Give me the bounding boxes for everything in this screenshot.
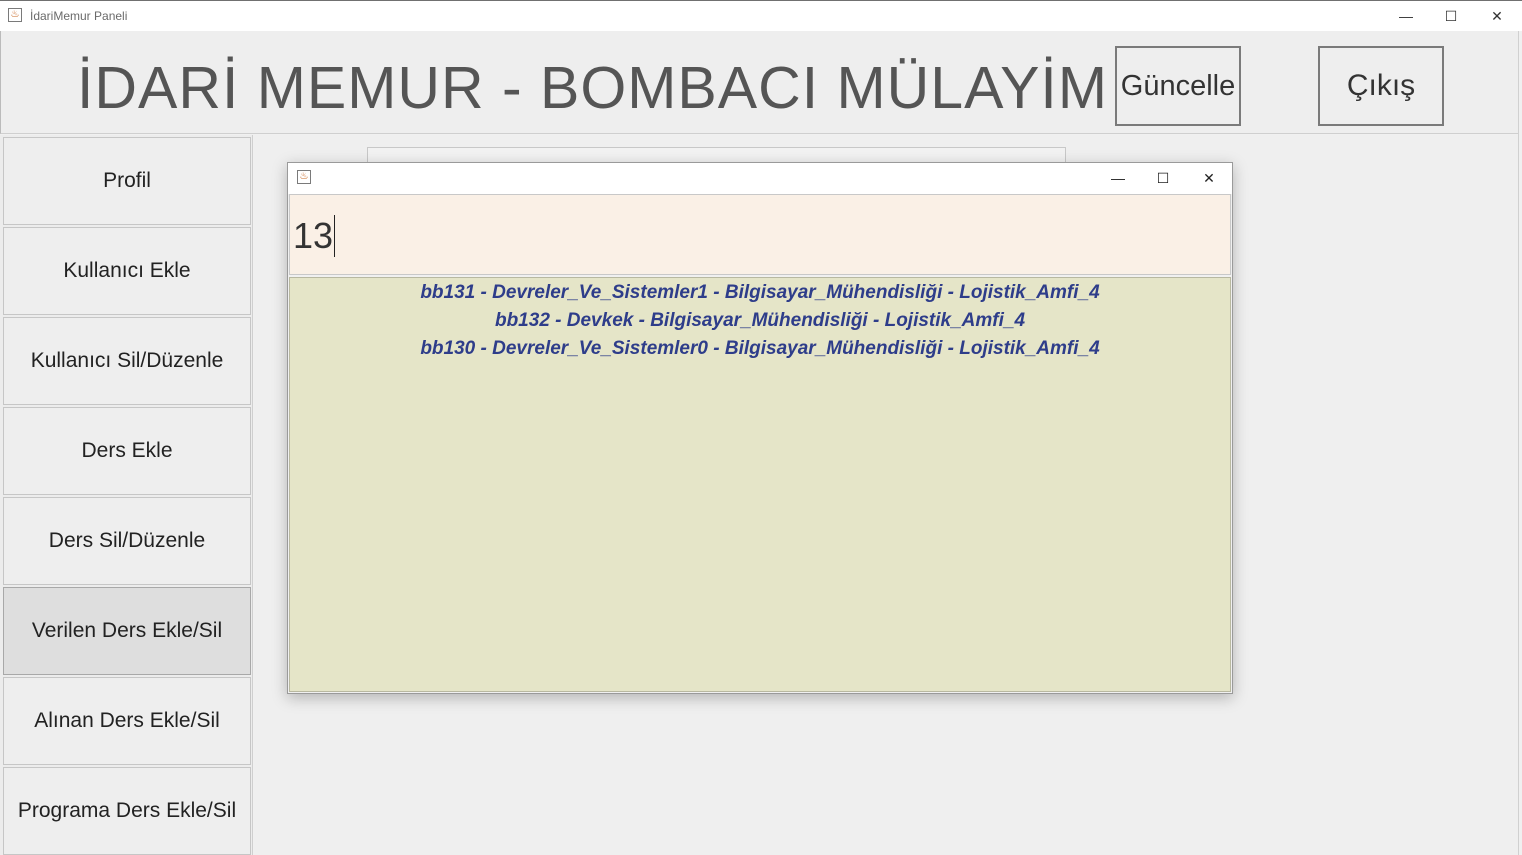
dialog-titlebar: ♨ — ☐ ✕ [288,163,1232,194]
header-panel: İDARİ MEMUR - BOMBACI MÜLAYİM Güncelle Ç… [0,31,1518,134]
dialog-maximize-button[interactable]: ☐ [1141,163,1185,193]
sidebar-item-ders-sil-duzenle[interactable]: Ders Sil/Düzenle [3,497,251,585]
text-caret [334,215,336,258]
search-input-value: 13 [293,215,336,258]
search-input[interactable]: 13 [289,194,1231,275]
page-title: İDARİ MEMUR - BOMBACI MÜLAYİM [77,55,1108,121]
window-titlebar: ♨ İdariMemur Paneli — ☐ ✕ [0,0,1522,31]
sidebar-item-alinan-ders[interactable]: Alınan Ders Ekle/Sil [3,677,251,765]
update-button[interactable]: Güncelle [1115,46,1241,126]
maximize-button[interactable]: ☐ [1428,1,1474,31]
minimize-button[interactable]: — [1383,1,1429,31]
list-item[interactable]: bb132 - Devkek - Bilgisayar_Mühendisliği… [290,310,1230,332]
list-item[interactable]: bb130 - Devreler_Ve_Sistemler0 - Bilgisa… [290,338,1230,360]
sidebar: Profil Kullanıcı Ekle Kullanıcı Sil/Düze… [0,135,253,855]
exit-button[interactable]: Çıkış [1318,46,1444,126]
search-dialog: ♨ — ☐ ✕ 13 bb131 - Devreler_Ve_Sistemler… [287,162,1233,694]
sidebar-item-programa-ders[interactable]: Programa Ders Ekle/Sil [3,767,251,855]
dialog-close-button[interactable]: ✕ [1187,163,1231,193]
window-title: İdariMemur Paneli [30,9,128,23]
sidebar-item-verilen-ders[interactable]: Verilen Ders Ekle/Sil [3,587,251,675]
window-right-border [1518,31,1522,855]
java-cup-icon: ♨ [297,170,311,184]
java-cup-icon: ♨ [8,8,22,22]
sidebar-item-profil[interactable]: Profil [3,137,251,225]
list-item[interactable]: bb131 - Devreler_Ve_Sistemler1 - Bilgisa… [290,282,1230,304]
results-list[interactable]: bb131 - Devreler_Ve_Sistemler1 - Bilgisa… [289,277,1231,692]
close-button[interactable]: ✕ [1474,1,1520,31]
sidebar-item-ders-ekle[interactable]: Ders Ekle [3,407,251,495]
sidebar-item-kullanici-ekle[interactable]: Kullanıcı Ekle [3,227,251,315]
sidebar-item-kullanici-sil-duzenle[interactable]: Kullanıcı Sil/Düzenle [3,317,251,405]
dialog-minimize-button[interactable]: — [1096,163,1140,193]
